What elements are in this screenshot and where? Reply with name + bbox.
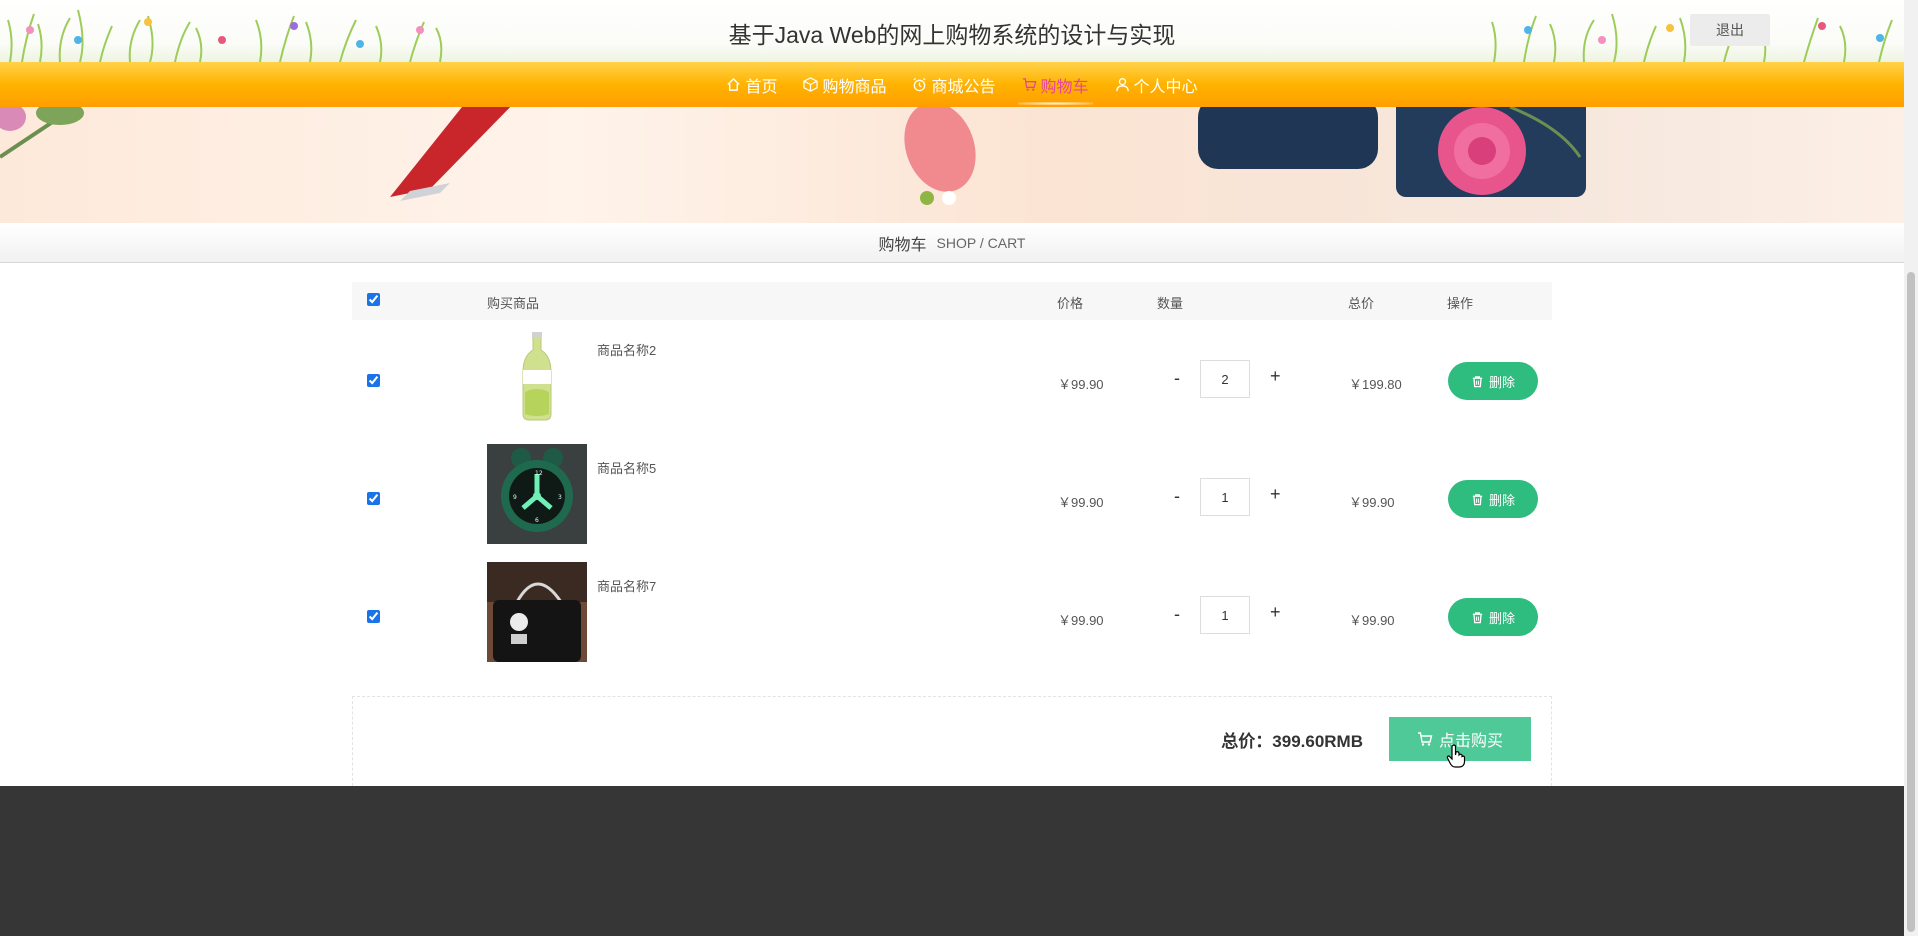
hand-cursor-icon bbox=[1446, 744, 1466, 768]
quantity-increase-button[interactable]: + bbox=[1270, 602, 1281, 623]
product-image[interactable] bbox=[487, 562, 587, 662]
main-nav: 首页 购物商品 商城公告 购物车 个人中心 bbox=[0, 62, 1904, 107]
site-footer bbox=[0, 786, 1904, 936]
site-header: 基于Java Web的网上购物系统的设计与实现 退出 bbox=[0, 0, 1904, 62]
product-name[interactable]: 商品名称5 bbox=[597, 458, 656, 477]
delete-label: 删除 bbox=[1488, 492, 1515, 508]
page-title: 购物车 bbox=[878, 236, 927, 254]
nav-item-notices[interactable]: 商城公告 bbox=[912, 62, 996, 107]
nav-item-label: 商城公告 bbox=[931, 78, 996, 96]
logout-button[interactable]: 退出 bbox=[1690, 14, 1770, 46]
alarm-icon bbox=[913, 77, 927, 92]
column-header-product: 购买商品 bbox=[487, 296, 540, 311]
nav-item-label: 购物商品 bbox=[822, 78, 887, 96]
quantity-increase-button[interactable]: + bbox=[1270, 366, 1281, 387]
nav-item-products[interactable]: 购物商品 bbox=[803, 62, 886, 107]
nav-item-label: 首页 bbox=[745, 78, 778, 96]
delete-label: 删除 bbox=[1488, 374, 1515, 390]
quantity-decrease-button[interactable]: - bbox=[1174, 486, 1180, 507]
trash-icon bbox=[1472, 375, 1483, 387]
scrollbar-thumb[interactable] bbox=[1907, 272, 1915, 932]
table-row: 商品名称2 ￥99.90 - + ￥199.80 删除 bbox=[352, 320, 1552, 438]
svg-text:9: 9 bbox=[513, 494, 517, 501]
delete-button[interactable]: 删除 bbox=[1448, 598, 1538, 636]
page-subtitle: SHOP / CART bbox=[936, 234, 1026, 251]
quantity-decrease-button[interactable]: - bbox=[1174, 368, 1180, 389]
column-header-price: 价格 bbox=[1057, 296, 1084, 311]
carousel-dots bbox=[920, 191, 956, 205]
trash-icon bbox=[1472, 611, 1483, 623]
row-checkbox[interactable] bbox=[367, 492, 380, 505]
nav-item-label: 购物车 bbox=[1040, 78, 1089, 96]
trash-icon bbox=[1472, 493, 1483, 505]
product-price: ￥99.90 bbox=[1058, 613, 1104, 628]
svg-text:3: 3 bbox=[558, 494, 562, 501]
banner-carousel bbox=[0, 107, 1904, 223]
column-header-total: 总价 bbox=[1348, 296, 1375, 311]
column-header-quantity: 数量 bbox=[1157, 296, 1184, 311]
user-icon bbox=[1115, 78, 1129, 92]
table-row: 商品名称7 ￥99.90 - + ￥99.90 删除 bbox=[352, 556, 1552, 674]
svg-text:12: 12 bbox=[535, 470, 543, 477]
carousel-dot[interactable] bbox=[942, 191, 956, 205]
nav-item-cart[interactable]: 购物车 bbox=[1017, 62, 1093, 107]
svg-text:6: 6 bbox=[535, 517, 539, 524]
site-title: 基于Java Web的网上购物系统的设计与实现 bbox=[728, 22, 1176, 48]
quantity-input[interactable] bbox=[1200, 360, 1250, 398]
delete-label: 删除 bbox=[1488, 610, 1515, 626]
breadcrumb: 购物车 SHOP / CART bbox=[0, 223, 1904, 263]
cart-icon bbox=[1022, 78, 1036, 91]
grand-total: 总价：399.60RMB bbox=[1221, 732, 1363, 751]
delete-button[interactable]: 删除 bbox=[1448, 480, 1538, 518]
product-name[interactable]: 商品名称2 bbox=[597, 340, 656, 359]
column-header-action: 操作 bbox=[1447, 296, 1474, 311]
quantity-input[interactable] bbox=[1200, 596, 1250, 634]
quantity-decrease-button[interactable]: - bbox=[1174, 604, 1180, 625]
row-checkbox[interactable] bbox=[367, 374, 380, 387]
row-total: ￥199.80 bbox=[1349, 377, 1402, 392]
delete-button[interactable]: 删除 bbox=[1448, 362, 1538, 400]
cart-icon bbox=[1417, 732, 1433, 746]
quantity-input[interactable] bbox=[1200, 478, 1250, 516]
box-icon bbox=[803, 77, 819, 92]
product-price: ￥99.90 bbox=[1058, 495, 1104, 510]
nav-item-profile[interactable]: 个人中心 bbox=[1115, 62, 1198, 107]
banner-image bbox=[0, 107, 1586, 201]
product-image[interactable] bbox=[487, 326, 587, 426]
row-checkbox[interactable] bbox=[367, 610, 380, 623]
nav-item-home[interactable]: 首页 bbox=[726, 62, 777, 107]
home-icon bbox=[727, 77, 741, 91]
product-price: ￥99.90 bbox=[1058, 377, 1104, 392]
product-image[interactable]: 12 3 6 9 bbox=[487, 444, 587, 544]
row-total: ￥99.90 bbox=[1349, 613, 1395, 628]
product-name[interactable]: 商品名称7 bbox=[597, 576, 656, 595]
cart-summary: 总价：399.60RMB 点击购买 bbox=[352, 696, 1552, 786]
select-all-checkbox[interactable] bbox=[367, 293, 380, 306]
table-header: 购买商品 价格 数量 总价 操作 bbox=[352, 282, 1552, 320]
page-scrollbar[interactable] bbox=[1904, 0, 1918, 936]
table-row: 12 3 6 9 商品名称5 ￥99.90 - + ￥99.90 删除 bbox=[352, 438, 1552, 556]
cart-table: 购买商品 价格 数量 总价 操作 商品名称2 ￥99.90 - + ￥199.8… bbox=[352, 282, 1552, 674]
quantity-increase-button[interactable]: + bbox=[1270, 484, 1281, 505]
nav-item-label: 个人中心 bbox=[1133, 78, 1198, 96]
row-total: ￥99.90 bbox=[1349, 495, 1395, 510]
carousel-dot[interactable] bbox=[920, 191, 934, 205]
